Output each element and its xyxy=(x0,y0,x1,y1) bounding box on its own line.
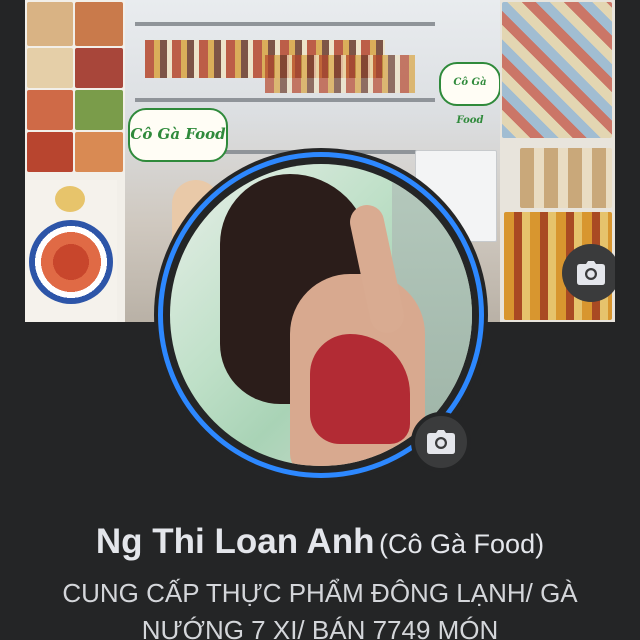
profile-screen: Cô Gà Food Cô Gà Food Ng Thi Loan Anh (C… xyxy=(0,0,640,640)
profile-name: Ng Thi Loan Anh xyxy=(95,522,375,561)
edit-avatar-button[interactable] xyxy=(411,412,471,472)
camera-icon xyxy=(427,430,455,454)
store-sign-right: Cô Gà Food xyxy=(439,62,501,126)
edit-cover-button[interactable] xyxy=(562,244,615,302)
camera-icon xyxy=(577,261,605,285)
profile-bio: CUNG CẤP THỰC PHẨM ĐÔNG LẠNH/ GÀ NƯỚNG 7… xyxy=(62,578,578,640)
profile-name-line: Ng Thi Loan Anh (Cô Gà Food) xyxy=(0,522,640,562)
store-sign: Cô Gà Food xyxy=(128,108,228,162)
octopus-dish xyxy=(29,220,113,304)
food-plate-photo xyxy=(25,180,117,322)
profile-alternate-name: (Cô Gà Food) xyxy=(379,529,545,559)
